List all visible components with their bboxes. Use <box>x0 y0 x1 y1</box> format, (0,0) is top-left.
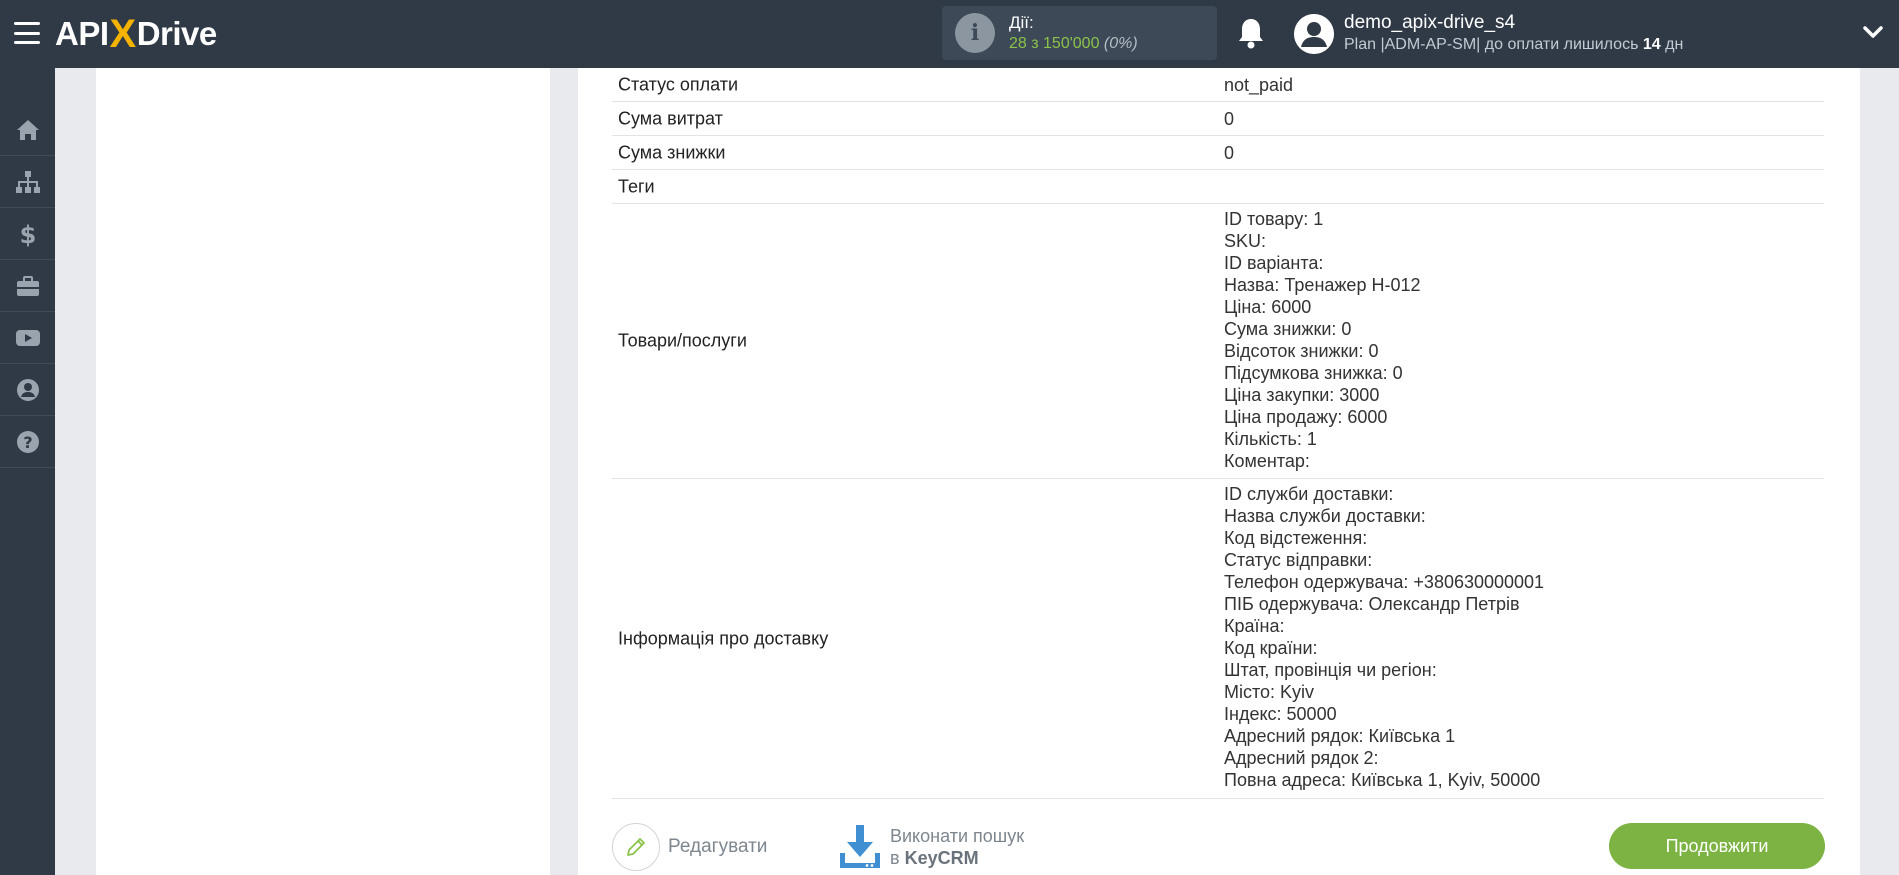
row-value: 0 <box>1224 142 1235 163</box>
table-row-delivery: Інформація про доставку ID служби достав… <box>612 479 1824 799</box>
plan-text: Plan |ADM-AP-SM| до оплати лишилось <box>1344 36 1643 53</box>
detail-line: Повна адреса: Київська 1, Kyiv, 50000 <box>1224 770 1541 790</box>
search-label-line2: в KeyCRM <box>890 847 1024 869</box>
detail-line: Країна: <box>1224 616 1285 636</box>
table-row: Сума витрат 0 <box>612 102 1824 136</box>
user-circle-icon <box>16 378 39 401</box>
detail-line: Місто: Kyiv <box>1224 682 1315 702</box>
svg-text:?: ? <box>23 433 32 452</box>
search-label-service: KeyCRM <box>904 848 979 868</box>
sidebar-item-billing[interactable]: $ <box>0 208 55 260</box>
row-value: 0 <box>1224 108 1235 129</box>
top-bar: API X Drive i Дії: 28 з 150'000 (0%) demo_… <box>0 0 1899 68</box>
delivery-details: ID служби доставки: Назва служби доставки… <box>1224 483 1544 791</box>
goods-details: ID товару: 1 SKU: ID варіанта: Назва: Трена… <box>1224 208 1420 472</box>
sidebar-item-video[interactable] <box>0 312 55 364</box>
row-key: Статус оплати <box>618 74 739 94</box>
logo-part1: API <box>55 15 109 52</box>
detail-line: Адресний рядок 2: <box>1224 748 1379 768</box>
continue-button[interactable]: Продовжити <box>1609 823 1825 869</box>
edit-button[interactable]: Редагувати <box>612 822 767 872</box>
table-row: Сума знижки 0 <box>612 136 1824 170</box>
sidebar: $ ? <box>0 68 55 875</box>
detail-line: ID варіанта: <box>1224 253 1324 273</box>
user-icon <box>1294 14 1334 54</box>
detail-line: ID служби доставки: <box>1224 484 1394 504</box>
youtube-icon <box>15 329 40 346</box>
help-icon: ? <box>16 430 39 453</box>
sitemap-icon <box>15 170 40 193</box>
logo-x: X <box>109 11 137 56</box>
table-row: Теги <box>612 170 1824 204</box>
user-plan: Plan |ADM-AP-SM| до оплати лишилось 14 д… <box>1344 36 1683 54</box>
pencil-icon <box>612 823 660 871</box>
actions-label: Дії: <box>1009 13 1034 32</box>
detail-line: Відсоток знижки: 0 <box>1224 341 1379 361</box>
actions-count: 28 з 150'000 <box>1009 35 1100 52</box>
row-key: Товари/послуги <box>618 330 747 351</box>
detail-line: ID товару: 1 <box>1224 209 1324 229</box>
table-row-goods: Товари/послуги ID товару: 1 SKU: ID варіан… <box>612 204 1824 479</box>
sidebar-item-connections[interactable] <box>0 156 55 208</box>
actions-value: 28 з 150'000 (0%) <box>1009 33 1138 54</box>
detail-line: Ціна продажу: 6000 <box>1224 407 1388 427</box>
chevron-down-icon[interactable] <box>1862 24 1884 40</box>
svg-text:$: $ <box>19 221 36 247</box>
detail-line: Телефон одержувача: +380630000001 <box>1224 572 1545 592</box>
left-panel <box>96 68 550 875</box>
bell-icon[interactable] <box>1236 17 1266 49</box>
row-value: not_paid <box>1224 74 1294 95</box>
avatar[interactable] <box>1294 14 1334 54</box>
row-key: Сума витрат <box>618 108 723 128</box>
detail-line: Адресний рядок: Київська 1 <box>1224 726 1456 746</box>
detail-line: Статус відправки: <box>1224 550 1373 570</box>
sidebar-item-home[interactable] <box>0 104 55 156</box>
logo[interactable]: API X Drive <box>55 11 218 56</box>
search-label-line1: Виконати пошук <box>890 826 1025 846</box>
detail-line: Ціна закупки: 3000 <box>1224 385 1380 405</box>
detail-line: Індекс: 50000 <box>1224 704 1337 724</box>
detail-line: Назва служби доставки: <box>1224 506 1426 526</box>
detail-line: Назва: Тренажер H-012 <box>1224 275 1421 295</box>
info-icon: i <box>955 13 995 53</box>
detail-line: Коментар: <box>1224 451 1310 471</box>
edit-label: Редагувати <box>668 836 768 857</box>
actions-counter[interactable]: i Дії: 28 з 150'000 (0%) <box>942 6 1217 60</box>
detail-line: Підсумкова знижка: 0 <box>1224 363 1403 383</box>
actions-percent: (0%) <box>1103 35 1138 52</box>
search-label-prefix: в <box>890 848 905 868</box>
table-row: Статус оплати not_paid <box>612 68 1824 102</box>
logo-part2: Drive <box>136 15 218 52</box>
dollar-icon: $ <box>19 221 36 247</box>
user-name[interactable]: demo_apix-drive_s4 <box>1344 12 1515 34</box>
detail-line: Штат, провінція чи регіон: <box>1224 660 1437 680</box>
row-key: Інформація про доставку <box>618 628 829 648</box>
detail-line: Код відстеження: <box>1224 528 1368 548</box>
detail-line: SKU: <box>1224 231 1267 251</box>
sidebar-item-services[interactable] <box>0 260 55 312</box>
sidebar-item-help[interactable]: ? <box>0 416 55 468</box>
detail-line: Ціна: 6000 <box>1224 297 1312 317</box>
home-icon <box>16 119 39 140</box>
detail-line: Код країни: <box>1224 638 1318 658</box>
search-in-keycrm-button[interactable]: Виконати пошук в KeyCRM <box>836 822 1024 872</box>
detail-line: Кількість: 1 <box>1224 429 1317 449</box>
download-icon <box>840 825 880 868</box>
sidebar-item-profile[interactable] <box>0 364 55 416</box>
plan-days: 14 <box>1642 36 1661 53</box>
row-key: Теги <box>618 176 655 196</box>
plan-suffix: дн <box>1660 36 1684 53</box>
detail-line: ПІБ одержувача: Олександр Петрів <box>1224 594 1520 614</box>
detail-line: Сума знижки: 0 <box>1224 319 1352 339</box>
menu-icon[interactable] <box>14 22 40 44</box>
briefcase-icon <box>16 275 39 296</box>
row-key: Сума знижки <box>618 142 726 162</box>
